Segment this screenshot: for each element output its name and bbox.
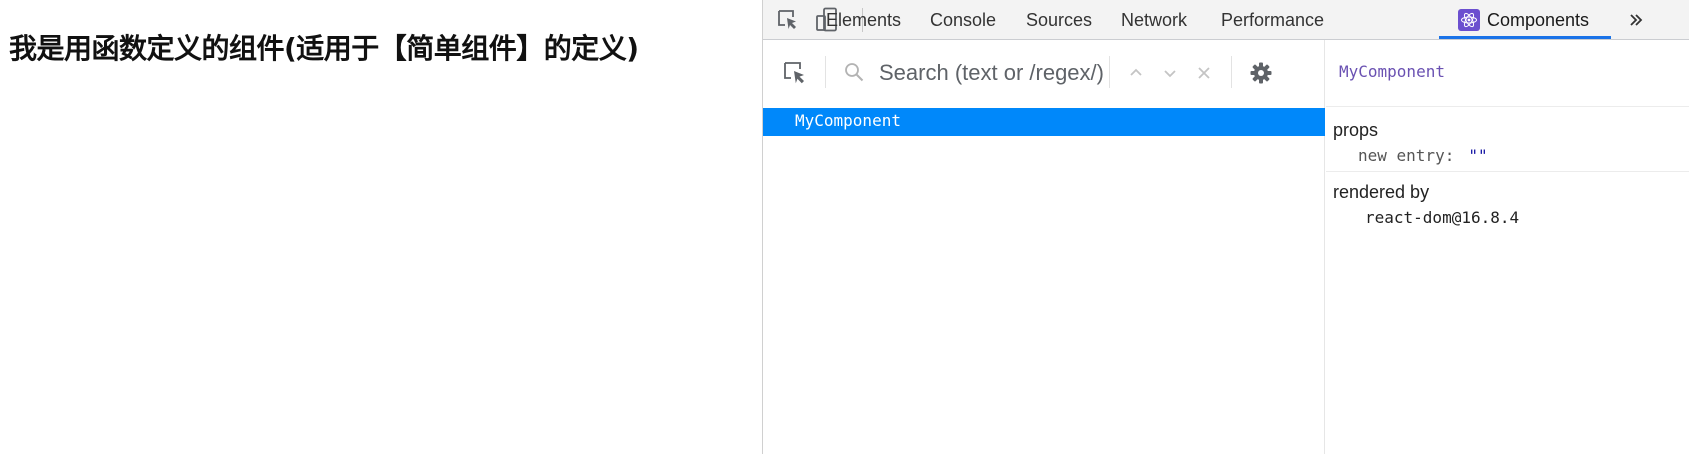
tab-network[interactable]: Network bbox=[1121, 0, 1187, 40]
selected-component-name: MyComponent bbox=[1339, 62, 1445, 81]
devtools-tab-bar: Elements Console Sources Network Perform… bbox=[763, 0, 1689, 40]
toolbar-separator bbox=[1109, 56, 1110, 88]
chevron-up-icon[interactable] bbox=[1125, 62, 1147, 84]
props-section: props new entry: "" bbox=[1326, 108, 1689, 172]
close-icon[interactable] bbox=[1193, 62, 1215, 84]
search-icon bbox=[841, 59, 867, 85]
select-component-icon[interactable] bbox=[780, 58, 810, 88]
page-heading: 我是用函数定义的组件(适用于【简单组件】的定义) bbox=[9, 32, 639, 65]
prop-value[interactable]: "" bbox=[1468, 146, 1487, 165]
tree-item-mycomponent[interactable]: MyComponent bbox=[763, 108, 1325, 136]
inspect-element-icon[interactable] bbox=[775, 7, 801, 33]
gear-icon[interactable] bbox=[1247, 59, 1275, 87]
tab-performance[interactable]: Performance bbox=[1221, 0, 1324, 40]
page-viewport: 我是用函数定义的组件(适用于【简单组件】的定义) bbox=[0, 0, 762, 454]
tab-console[interactable]: Console bbox=[930, 0, 996, 40]
inspector-header: MyComponent bbox=[1326, 40, 1689, 107]
props-title: props bbox=[1333, 120, 1379, 140]
tree-item-label: MyComponent bbox=[795, 111, 901, 130]
react-icon bbox=[1458, 9, 1480, 31]
double-chevron-right-icon[interactable] bbox=[1623, 8, 1649, 32]
prop-entry[interactable]: new entry: "" bbox=[1358, 146, 1488, 165]
tab-elements[interactable]: Elements bbox=[826, 0, 901, 40]
search-input[interactable]: Search (text or /regex/) bbox=[879, 60, 1104, 86]
tab-components[interactable]: Components bbox=[1487, 0, 1589, 40]
toolbar-separator bbox=[1231, 56, 1232, 88]
renderer-name: react-dom@16.8.4 bbox=[1365, 208, 1520, 227]
devtools-panel: Elements Console Sources Network Perform… bbox=[762, 0, 1689, 454]
tab-sources[interactable]: Sources bbox=[1026, 0, 1092, 40]
tree-toolbar: Search (text or /regex/) bbox=[763, 40, 1325, 107]
prop-key[interactable]: new entry bbox=[1358, 146, 1445, 165]
toolbar-separator bbox=[825, 56, 826, 88]
prop-colon: : bbox=[1444, 146, 1455, 165]
rendered-by-title: rendered by bbox=[1333, 182, 1430, 202]
inspector-pane: MyComponent props new entry: "" rendered … bbox=[1326, 40, 1689, 454]
chevron-down-icon[interactable] bbox=[1159, 62, 1181, 84]
rendered-by-section: rendered by react-dom@16.8.4 bbox=[1326, 173, 1689, 273]
component-tree-pane: Search (text or /regex/) MyComponent bbox=[763, 40, 1325, 454]
active-tab-indicator bbox=[1439, 36, 1611, 39]
